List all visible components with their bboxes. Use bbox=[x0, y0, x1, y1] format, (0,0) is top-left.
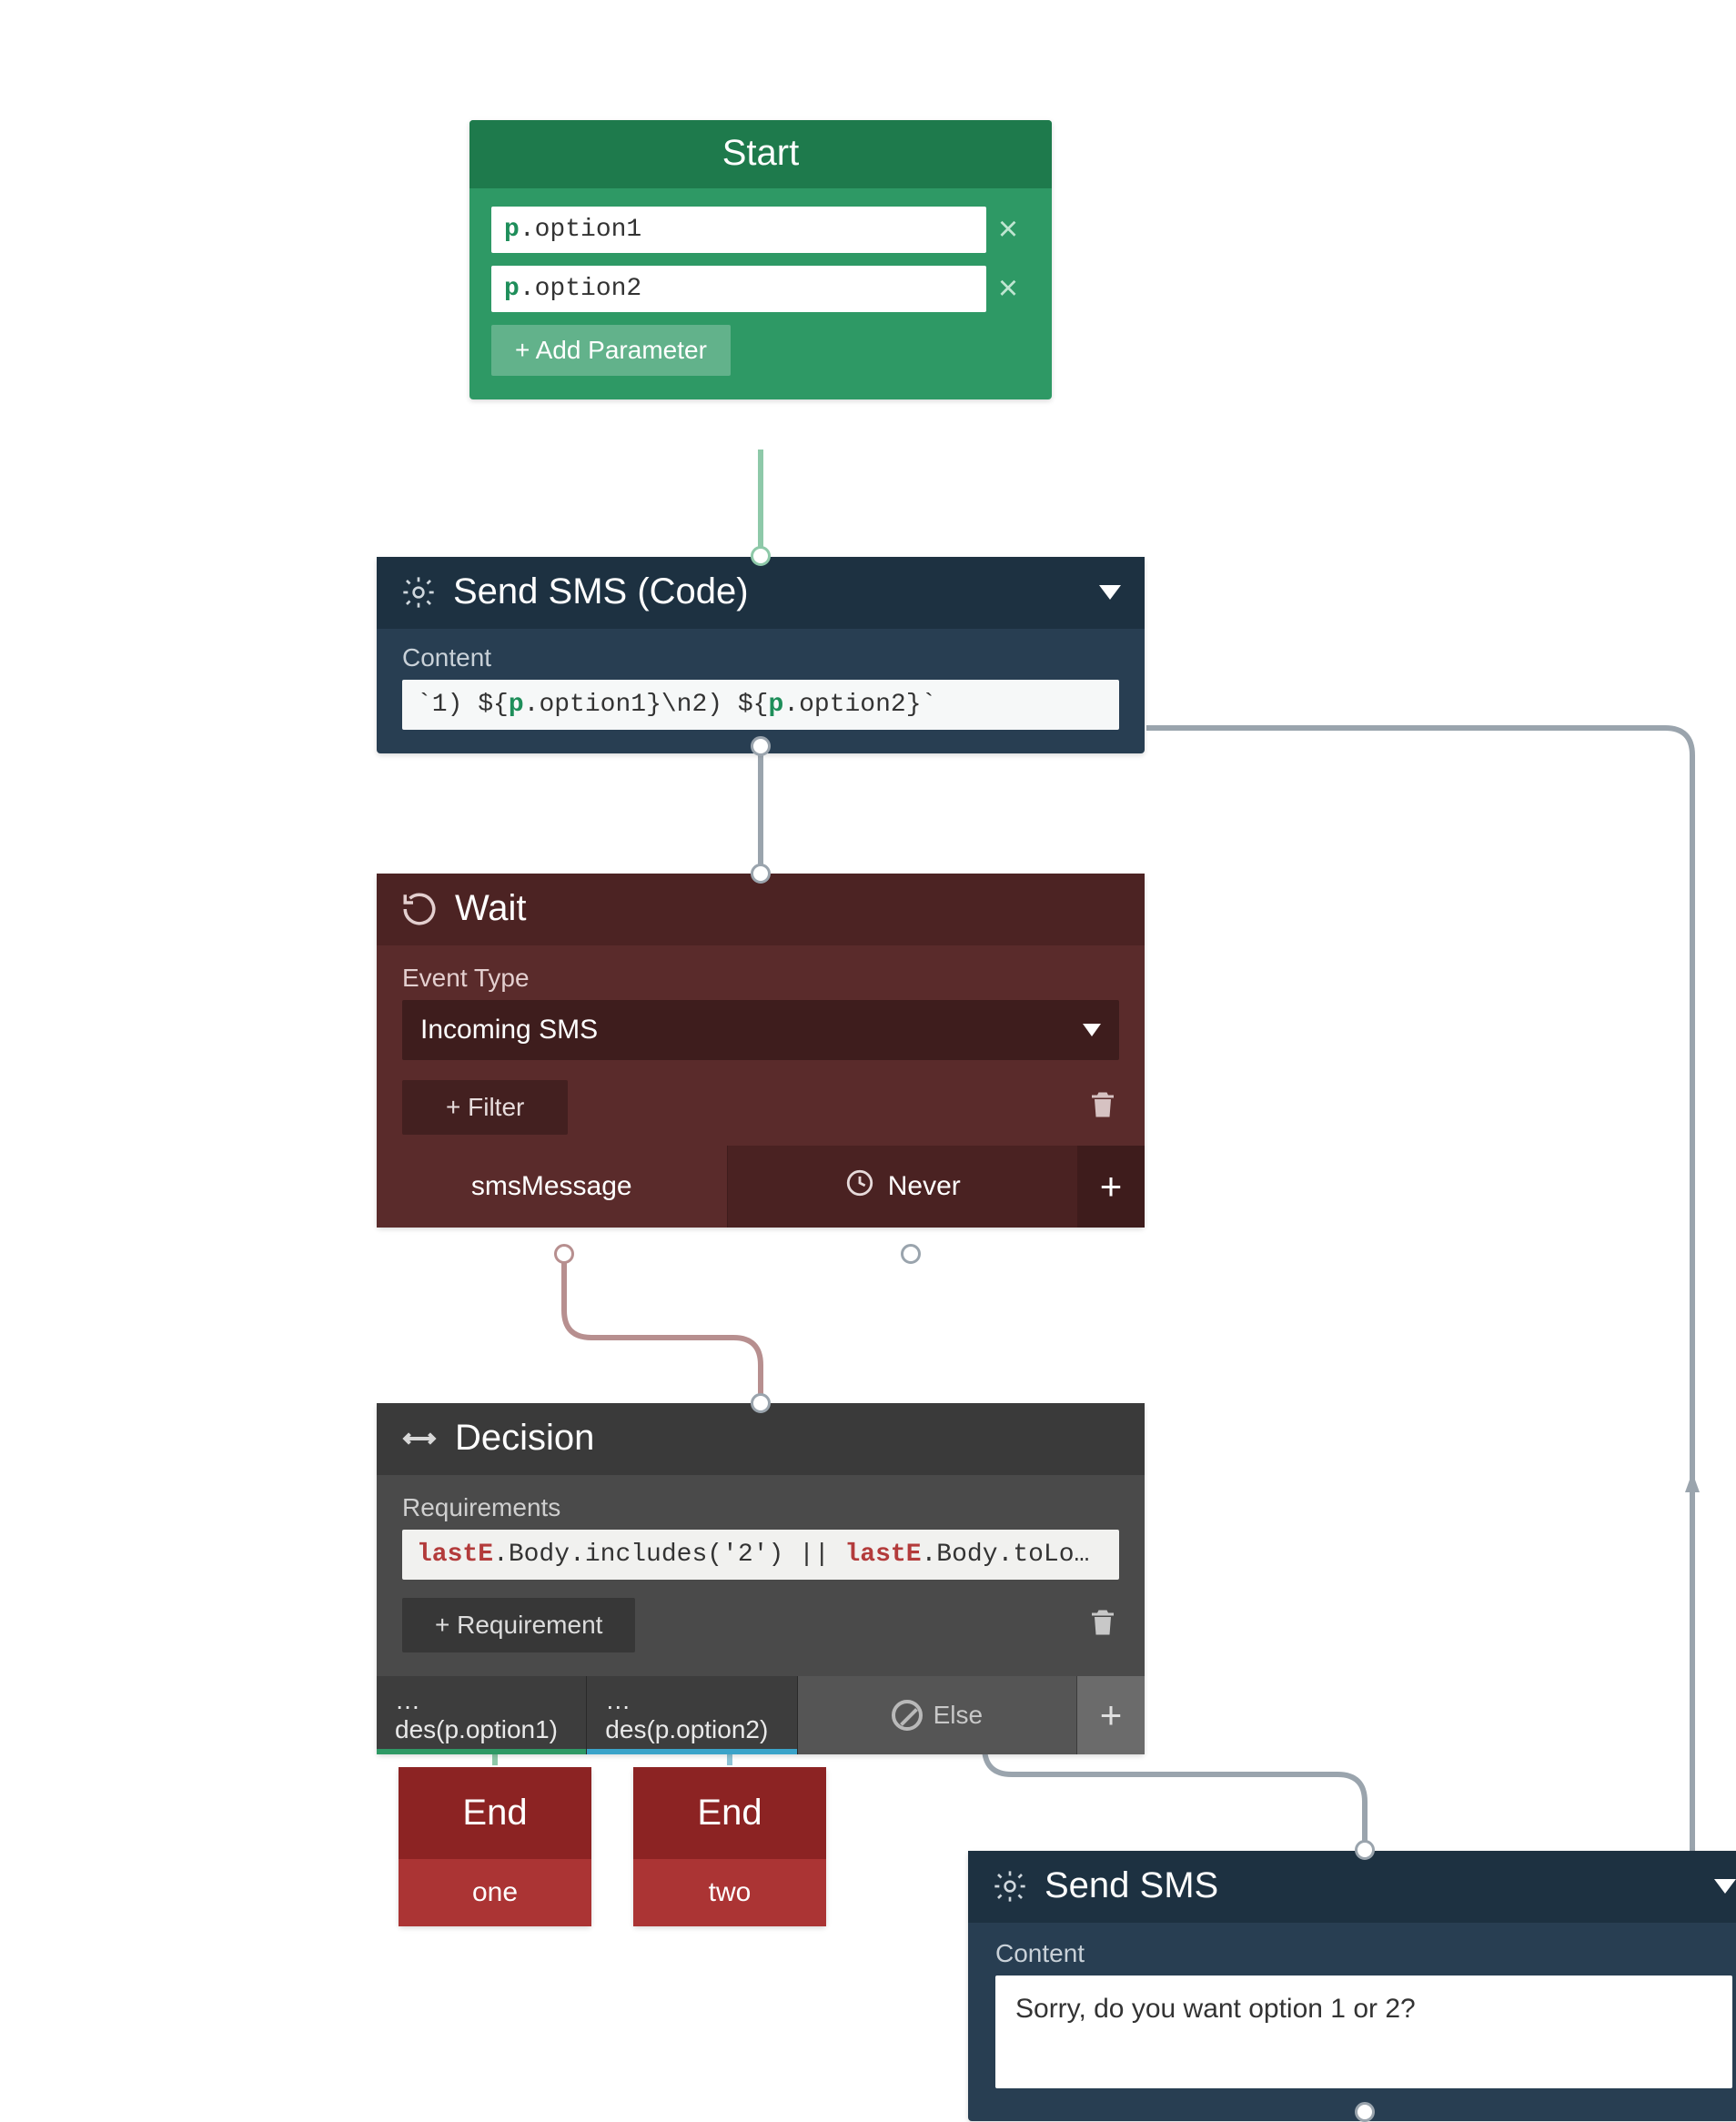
add-branch-button[interactable]: + bbox=[1077, 1676, 1145, 1754]
add-parameter-button[interactable]: + Add Parameter bbox=[491, 325, 731, 376]
chevron-down-icon bbox=[1083, 1024, 1101, 1036]
end-title: End bbox=[399, 1767, 591, 1859]
send-sms-code-title: Send SMS (Code) bbox=[453, 571, 749, 612]
end-node-one[interactable]: End one bbox=[399, 1767, 591, 1926]
gear-icon bbox=[400, 574, 437, 611]
gear-icon bbox=[992, 1868, 1028, 1905]
start-node[interactable]: Start p.option1 × p.option2 × + Add Para… bbox=[469, 120, 1052, 399]
start-param-row: p.option1 × bbox=[491, 207, 1030, 253]
wait-title: Wait bbox=[455, 888, 527, 929]
decision-branch-else[interactable]: Else bbox=[798, 1676, 1077, 1754]
port-dot bbox=[751, 864, 771, 884]
send-sms-else-node[interactable]: Send SMS Content Sorry, do you want opti… bbox=[968, 1851, 1736, 2121]
chevron-down-icon[interactable] bbox=[1714, 1879, 1736, 1894]
close-icon[interactable]: × bbox=[986, 210, 1030, 249]
refresh-icon bbox=[400, 890, 439, 928]
port-dot bbox=[901, 1244, 921, 1264]
end-node-two[interactable]: End two bbox=[633, 1767, 826, 1926]
port-dot bbox=[1355, 1840, 1375, 1860]
start-header: Start bbox=[469, 120, 1052, 188]
trash-icon[interactable] bbox=[1086, 1088, 1119, 1127]
send-sms-code-header[interactable]: Send SMS (Code) bbox=[377, 557, 1145, 629]
port-dot bbox=[554, 1244, 574, 1264]
chevron-down-icon[interactable] bbox=[1099, 585, 1121, 600]
content-label: Content bbox=[995, 1939, 1732, 1968]
add-filter-button[interactable]: + Filter bbox=[402, 1080, 568, 1135]
trash-icon[interactable] bbox=[1086, 1606, 1119, 1645]
event-type-label: Event Type bbox=[402, 964, 1119, 993]
port-dot bbox=[751, 1393, 771, 1413]
start-param-row: p.option2 × bbox=[491, 266, 1030, 312]
close-icon[interactable]: × bbox=[986, 269, 1030, 308]
decision-title: Decision bbox=[455, 1418, 594, 1459]
end-value: one bbox=[399, 1859, 591, 1926]
end-value: two bbox=[633, 1859, 826, 1926]
port-dot bbox=[751, 736, 771, 756]
decision-branches: …des(p.option1) …des(p.option2) Else + bbox=[377, 1676, 1145, 1754]
wait-branches: smsMessage Never + bbox=[377, 1146, 1145, 1228]
add-branch-button[interactable]: + bbox=[1077, 1146, 1145, 1228]
requirements-label: Requirements bbox=[402, 1493, 1119, 1522]
start-param-input[interactable]: p.option1 bbox=[491, 207, 986, 253]
decision-branch-option2[interactable]: …des(p.option2) bbox=[587, 1676, 797, 1754]
wait-branch-never[interactable]: Never bbox=[727, 1146, 1078, 1228]
end-title: End bbox=[633, 1767, 826, 1859]
event-type-value: Incoming SMS bbox=[420, 1015, 598, 1046]
requirement-code-input[interactable]: lastE.Body.includes('2') || lastE.Body.t… bbox=[402, 1530, 1119, 1580]
send-sms-code-node[interactable]: Send SMS (Code) Content `1) ${p.option1}… bbox=[377, 557, 1145, 753]
decision-branch-option1[interactable]: …des(p.option1) bbox=[377, 1676, 587, 1754]
wait-branch-smsmessage[interactable]: smsMessage bbox=[377, 1146, 727, 1228]
content-label: Content bbox=[402, 643, 1119, 672]
arrows-horizontal-icon bbox=[400, 1420, 439, 1458]
no-entry-icon bbox=[892, 1700, 923, 1731]
port-dot bbox=[1355, 2102, 1375, 2122]
decision-header[interactable]: Decision bbox=[377, 1403, 1145, 1475]
content-text-input[interactable]: Sorry, do you want option 1 or 2? bbox=[995, 1975, 1732, 2088]
wait-node[interactable]: Wait Event Type Incoming SMS + Filter sm… bbox=[377, 874, 1145, 1228]
clock-icon bbox=[844, 1167, 875, 1206]
add-requirement-button[interactable]: + Requirement bbox=[402, 1598, 635, 1652]
content-code-input[interactable]: `1) ${p.option1}\n2) ${p.option2}` bbox=[402, 680, 1119, 730]
event-type-select[interactable]: Incoming SMS bbox=[402, 1000, 1119, 1060]
wait-header[interactable]: Wait bbox=[377, 874, 1145, 945]
send-sms-else-header[interactable]: Send SMS bbox=[968, 1851, 1736, 1923]
send-sms-else-title: Send SMS bbox=[1045, 1865, 1218, 1906]
start-title: Start bbox=[722, 133, 799, 174]
start-param-input[interactable]: p.option2 bbox=[491, 266, 986, 312]
decision-node[interactable]: Decision Requirements lastE.Body.include… bbox=[377, 1403, 1145, 1754]
port-dot bbox=[751, 546, 771, 566]
